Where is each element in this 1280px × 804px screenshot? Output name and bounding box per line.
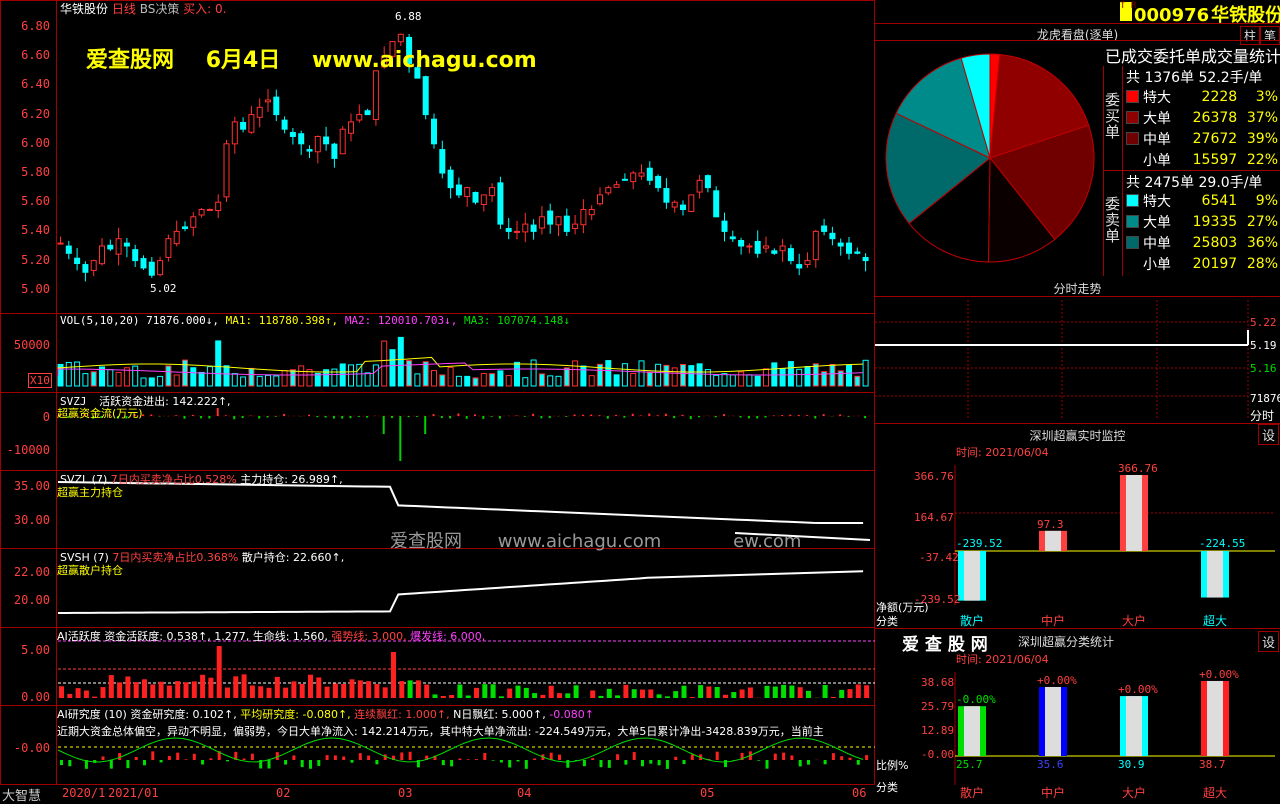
class-bar-cat: 散户 <box>960 784 984 801</box>
class-y2: 12.89 <box>921 724 954 737</box>
class-y0: 38.68 <box>921 676 954 689</box>
class-y3: -0.00 <box>921 748 954 761</box>
class-y1: 25.79 <box>921 700 954 713</box>
class-bar-bottom: 30.9 <box>1118 758 1145 771</box>
class-bar-core <box>1045 687 1061 756</box>
class-bar-cat: 中户 <box>1041 784 1065 801</box>
class-bar-top: +0.00% <box>1037 674 1077 687</box>
class-bar-top: +0.00% <box>1199 668 1239 681</box>
class-bar-chart <box>0 0 1280 800</box>
class-bar-cat: 大户 <box>1122 784 1146 801</box>
class-bar-top: +0.00% <box>1118 683 1158 696</box>
class-bar-bottom: 38.7 <box>1199 758 1226 771</box>
class-bar-top: -0.00% <box>956 693 996 706</box>
class-bar-cat: 超大 <box>1203 784 1227 801</box>
class-bar-core <box>1126 696 1142 756</box>
class-unit: 比例% <box>876 757 908 773</box>
class-bar-bottom: 25.7 <box>956 758 983 771</box>
class-bar-core <box>964 706 980 756</box>
class-bar-core <box>1207 681 1223 756</box>
class-cat: 分类 <box>876 779 898 795</box>
class-bar-bottom: 35.6 <box>1037 758 1064 771</box>
